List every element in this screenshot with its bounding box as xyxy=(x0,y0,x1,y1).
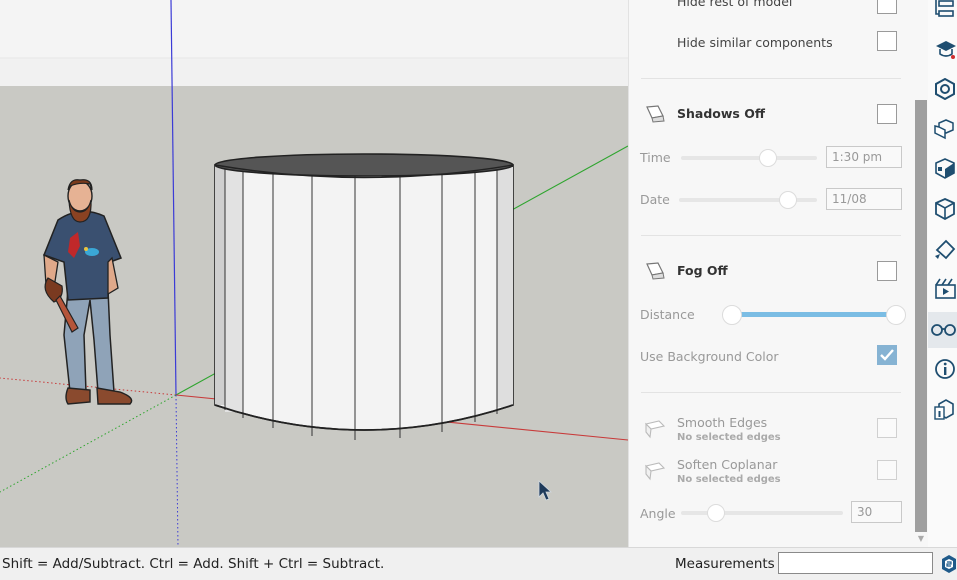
components-icon[interactable] xyxy=(934,118,956,140)
shadows-toggle-checkbox[interactable] xyxy=(877,104,897,124)
soften-coplanar-icon xyxy=(644,462,666,481)
instructor-icon[interactable] xyxy=(934,38,956,60)
angle-field[interactable]: 30 xyxy=(851,501,902,523)
animation-icon[interactable] xyxy=(934,278,956,300)
model-viewport[interactable] xyxy=(0,0,628,547)
status-bar: Shift = Add/Subtract. Ctrl = Add. Shift … xyxy=(0,547,957,580)
shadows-label: Shadows Off xyxy=(677,106,765,121)
divider xyxy=(641,392,901,393)
distance-far-knob[interactable] xyxy=(886,305,906,325)
smooth-edges-icon xyxy=(644,420,666,439)
checkmark-icon xyxy=(880,349,894,361)
use-bg-color-checkbox[interactable] xyxy=(877,345,897,365)
time-label: Time xyxy=(640,150,671,165)
panel-scrollbar[interactable] xyxy=(915,100,927,532)
soften-coplanar-sub: No selected edges xyxy=(677,474,781,485)
tray-toolstrip xyxy=(928,0,957,547)
fog-toggle-checkbox[interactable] xyxy=(877,261,897,281)
display-tab[interactable] xyxy=(928,312,957,348)
scene-canvas xyxy=(0,0,628,547)
status-hint: Shift = Add/Subtract. Ctrl = Add. Shift … xyxy=(2,556,385,572)
divider xyxy=(641,235,901,236)
cylinder[interactable] xyxy=(214,153,514,440)
display-panel: Hide rest of model Hide similar componen… xyxy=(628,0,929,547)
soften-coplanar-checkbox[interactable] xyxy=(877,460,897,480)
distance-near-knob[interactable] xyxy=(722,305,742,325)
outliner-icon[interactable] xyxy=(934,0,956,22)
measurements-label: Measurements xyxy=(675,556,775,572)
divider xyxy=(641,78,901,79)
entity-info-icon[interactable] xyxy=(934,358,956,380)
mouse-cursor-icon xyxy=(538,480,553,501)
smooth-edges-sub: No selected edges xyxy=(677,432,781,443)
hide-rest-label: Hide rest of model xyxy=(677,0,793,9)
green-axis-negative xyxy=(0,394,177,493)
display-icon xyxy=(931,324,956,336)
distance-label: Distance xyxy=(640,307,695,322)
use-bg-color-label: Use Background Color xyxy=(640,349,779,364)
sketchup-logo-icon[interactable] xyxy=(940,554,957,574)
fog-icon xyxy=(646,262,665,280)
angle-label: Angle xyxy=(640,506,676,521)
tags-icon[interactable] xyxy=(934,198,956,220)
shadows-icon xyxy=(646,105,665,123)
angle-slider[interactable] xyxy=(681,511,843,515)
hide-similar-label: Hide similar components xyxy=(677,35,833,50)
time-slider[interactable] xyxy=(681,156,817,160)
hide-similar-checkbox[interactable] xyxy=(877,31,897,51)
distance-slider[interactable] xyxy=(733,312,895,317)
date-slider-knob[interactable] xyxy=(779,191,797,209)
person-figure[interactable] xyxy=(43,179,133,405)
date-field[interactable]: 11/08 xyxy=(826,188,902,210)
blue-axis-negative xyxy=(175,394,179,547)
angle-slider-knob[interactable] xyxy=(707,504,725,522)
scenes-icon[interactable] xyxy=(934,238,956,260)
materials-icon[interactable] xyxy=(934,78,956,100)
measurements-input[interactable] xyxy=(778,552,933,574)
fog-label: Fog Off xyxy=(677,263,728,278)
soften-coplanar-label: Soften Coplanar xyxy=(677,457,778,472)
smooth-edges-checkbox[interactable] xyxy=(877,418,897,438)
time-field[interactable]: 1:30 pm xyxy=(826,146,902,168)
styles-icon[interactable] xyxy=(934,158,956,180)
model-info-icon[interactable] xyxy=(934,398,956,420)
smooth-edges-label: Smooth Edges xyxy=(677,415,768,430)
date-label: Date xyxy=(640,192,670,207)
time-slider-knob[interactable] xyxy=(759,149,777,167)
hide-rest-checkbox[interactable] xyxy=(877,0,897,14)
scroll-down-icon[interactable]: ▼ xyxy=(916,534,926,544)
